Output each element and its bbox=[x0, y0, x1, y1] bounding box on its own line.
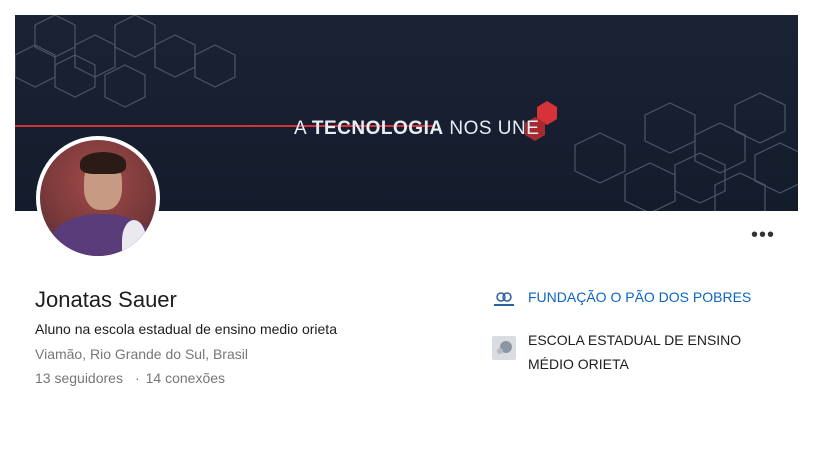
profile-avatar[interactable] bbox=[36, 136, 160, 260]
tagline-prefix: A bbox=[294, 118, 312, 139]
stats-separator: · bbox=[134, 370, 140, 386]
org-name[interactable]: ESCOLA ESTADUAL DE ENSINO MÉDIO ORIETA bbox=[528, 328, 778, 376]
profile-card: A TECNOLOGIA NOS UNE ••• Jonatas Sauer A… bbox=[0, 0, 819, 460]
profile-stats: 13 seguidores · 14 conexões bbox=[35, 370, 225, 386]
profile-name: Jonatas Sauer bbox=[35, 287, 177, 312]
profile-location: Viamão, Rio Grande do Sul, Brasil bbox=[35, 346, 248, 362]
avatar-hair bbox=[80, 152, 126, 174]
more-icon: ••• bbox=[750, 223, 775, 246]
followers-count[interactable]: 13 seguidores bbox=[35, 370, 123, 386]
school-logo-icon bbox=[492, 336, 516, 360]
org-fundacao-pao-dos-pobres[interactable]: FUNDAÇÃO O PÃO DOS POBRES bbox=[492, 288, 751, 312]
org-name-link[interactable]: FUNDAÇÃO O PÃO DOS POBRES bbox=[528, 288, 751, 306]
tagline-suffix: NOS UNE bbox=[443, 118, 540, 139]
pao-dos-pobres-logo-icon bbox=[492, 288, 516, 312]
profile-headline: Aluno na escola estadual de ensino medio… bbox=[35, 321, 337, 337]
banner-tagline: A TECNOLOGIA NOS UNE bbox=[294, 118, 539, 140]
org-escola-estadual-orieta[interactable]: ESCOLA ESTADUAL DE ENSINO MÉDIO ORIETA bbox=[492, 328, 782, 376]
more-options-button[interactable]: ••• bbox=[749, 224, 777, 246]
tagline-strong: TECNOLOGIA bbox=[311, 118, 444, 139]
avatar-shoulder bbox=[122, 220, 146, 256]
connections-count[interactable]: 14 conexões bbox=[146, 370, 225, 386]
